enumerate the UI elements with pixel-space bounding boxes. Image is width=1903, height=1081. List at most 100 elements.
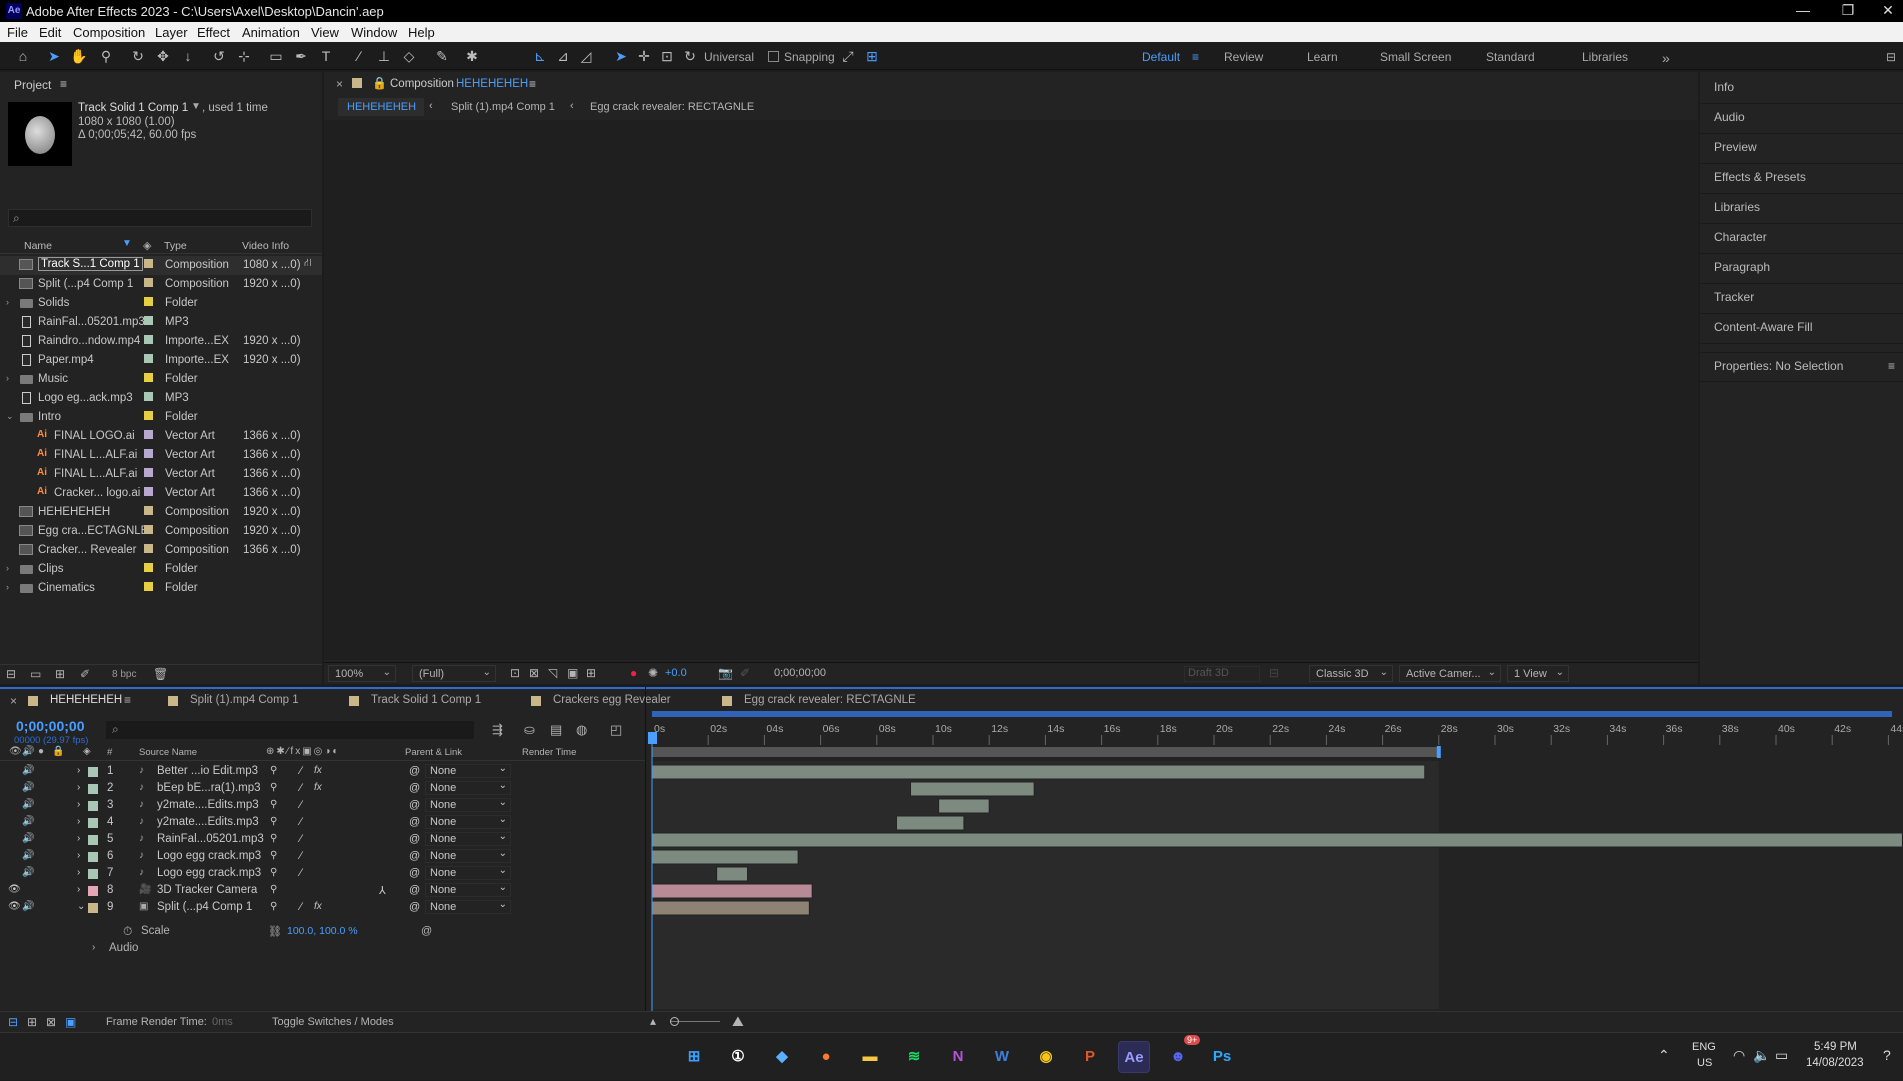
label-color-swatch[interactable]: [144, 373, 153, 382]
label-color-swatch[interactable]: [144, 449, 153, 458]
work-area-bar[interactable]: [652, 747, 1439, 757]
render-time-icon[interactable]: ▣: [65, 1015, 76, 1029]
reset-exposure-icon[interactable]: ✺: [648, 666, 658, 680]
spotify-icon[interactable]: ≋: [898, 1041, 930, 1073]
project-item[interactable]: Ai FINAL LOGO.ai Vector Art 1366 x ...0): [0, 427, 322, 446]
move-icon[interactable]: ✛: [634, 46, 654, 66]
selection-tool-icon[interactable]: ➤: [44, 46, 64, 66]
quality-switch-icon[interactable]: ∕: [300, 765, 302, 777]
label-color-swatch[interactable]: [144, 525, 153, 534]
toggle-switches-modes[interactable]: Toggle Switches / Modes: [272, 1016, 394, 1028]
breadcrumb-split[interactable]: Split (1).mp4 Comp 1: [451, 101, 555, 113]
fx-switch-icon[interactable]: fx: [314, 765, 322, 776]
puppet-pin-icon[interactable]: ✱: [462, 46, 482, 66]
clone-stamp-icon[interactable]: ⊥: [374, 46, 394, 66]
shy-switch-icon[interactable]: ⚲: [270, 850, 277, 861]
project-item[interactable]: › Music Folder: [0, 370, 322, 389]
layer-search-input[interactable]: ⌕: [106, 721, 474, 739]
parent-dropdown[interactable]: None ⌄: [425, 882, 511, 897]
zoom-dropdown[interactable]: 100% ⌄: [328, 665, 396, 682]
workspace-libraries[interactable]: Libraries: [1582, 50, 1628, 64]
frame-blending-icon[interactable]: ◍: [576, 722, 587, 738]
label-color-swatch[interactable]: [144, 506, 153, 515]
project-item[interactable]: Cracker... Revealer Composition 1366 x ...…: [0, 541, 322, 560]
snap-options-icon[interactable]: ⤢: [838, 46, 858, 66]
project-item[interactable]: Ai Cracker... logo.ai Vector Art 1366 x ...…: [0, 484, 322, 503]
workspace-standard[interactable]: Standard: [1486, 50, 1535, 64]
home-icon[interactable]: ⌂: [13, 46, 33, 66]
fx-switch-icon[interactable]: fx: [314, 901, 322, 912]
zoom-in-icon[interactable]: ⛰: [732, 1013, 744, 1030]
chevron-right-icon[interactable]: ›: [77, 850, 80, 861]
bit-depth-label[interactable]: 8 bpc: [112, 669, 136, 680]
zoom-tool-icon[interactable]: ⚲: [96, 46, 116, 66]
new-composition-icon[interactable]: ⊞: [55, 667, 65, 681]
layer-label-color[interactable]: [88, 767, 98, 777]
label-color-swatch[interactable]: [144, 354, 153, 363]
quality-switch-icon[interactable]: ∕: [300, 901, 302, 913]
panel-menu-icon[interactable]: ≡: [60, 77, 67, 91]
menu-composition[interactable]: Composition: [73, 25, 145, 40]
minimize-icon[interactable]: —: [1783, 2, 1823, 18]
workspace-learn[interactable]: Learn: [1307, 50, 1338, 64]
after-effects-icon[interactable]: Ae: [1118, 1041, 1150, 1073]
region-label[interactable]: US: [1697, 1057, 1712, 1069]
project-item[interactable]: HEHEHEHEH Composition 1920 x ...0): [0, 503, 322, 522]
extended-viewer-icon[interactable]: ⊟: [1269, 666, 1279, 680]
restore-icon[interactable]: ❐: [1828, 2, 1868, 19]
rectangle-tool-icon[interactable]: ▭: [266, 46, 286, 66]
panel-tracker[interactable]: Tracker: [1700, 284, 1903, 314]
audio-column-icon[interactable]: 🔊: [22, 746, 34, 757]
onenote-icon[interactable]: N: [942, 1041, 974, 1073]
scale-value[interactable]: 100.0, 100.0 %: [287, 925, 358, 937]
chevron-right-icon[interactable]: ›: [6, 582, 9, 592]
panel-effects-presets[interactable]: Effects & Presets: [1700, 164, 1903, 194]
mask-visibility-icon[interactable]: ◹: [548, 666, 557, 680]
zoom-slider-handle[interactable]: [670, 1017, 679, 1026]
exposure-value[interactable]: +0.0: [665, 667, 687, 679]
layer-row[interactable]: 🔊 › 1 ♪ Better ...io Edit.mp3 ⚲ ∕ fx @ None ⌄: [0, 763, 645, 780]
quality-switch-icon[interactable]: ∕: [300, 799, 302, 811]
pickwhip-icon[interactable]: @: [409, 884, 420, 896]
rotation-tool-icon[interactable]: ↺: [209, 46, 229, 66]
firefox-icon[interactable]: ●: [810, 1041, 842, 1073]
menu-window[interactable]: Window: [351, 25, 397, 40]
project-item[interactable]: Ai FINAL L...ALF.ai Vector Art 1366 x ...0): [0, 465, 322, 484]
layer-label-color[interactable]: [88, 886, 98, 896]
project-item[interactable]: › Solids Folder: [0, 294, 322, 313]
eraser-icon[interactable]: ◇: [399, 46, 419, 66]
pickwhip-icon[interactable]: @: [409, 765, 420, 777]
switches-column-icon[interactable]: ⊕✱∕fx▣◎◑◐: [266, 746, 340, 757]
audio-icon[interactable]: 🔊: [22, 816, 34, 827]
audio-icon[interactable]: 🔊: [22, 765, 34, 776]
lock-column-icon[interactable]: 🔒: [52, 746, 64, 757]
shy-switch-icon[interactable]: ⚲: [270, 765, 277, 776]
workspace-review[interactable]: Review: [1224, 50, 1263, 64]
close-tab-icon[interactable]: ×: [336, 77, 343, 91]
constrain-proportions-icon[interactable]: ⛓: [268, 925, 282, 938]
pan-tool-icon[interactable]: ✥: [153, 46, 173, 66]
sort-arrow-icon[interactable]: ▼: [122, 238, 132, 249]
pickwhip-icon[interactable]: @: [409, 816, 420, 828]
project-item[interactable]: Logo eg...ack.mp3 MP3: [0, 389, 322, 408]
project-item[interactable]: Track S...1 Comp 1 Composition 1080 x ...0…: [0, 256, 322, 275]
volume-icon[interactable]: 🔈: [1753, 1047, 1770, 1064]
panel-character[interactable]: Character: [1700, 224, 1903, 254]
interpret-footage-icon[interactable]: ⊟: [6, 667, 16, 681]
fx-switch-icon[interactable]: fx: [314, 782, 322, 793]
layer-duration-bar[interactable]: [910, 781, 1035, 797]
hand-tool-icon[interactable]: ✋: [69, 46, 89, 66]
layer-duration-bar[interactable]: [651, 883, 813, 899]
label-color-swatch[interactable]: [144, 487, 153, 496]
powerpoint-icon[interactable]: P: [1074, 1041, 1106, 1073]
workspace-menu-icon[interactable]: ≡: [1192, 50, 1199, 64]
visibility-icon[interactable]: 👁: [8, 884, 21, 895]
layer-row[interactable]: 👁 🔊 ⌄ 9 ▣ Split (...p4 Comp 1 ⚲ ∕ fx @ None ⌄: [0, 899, 645, 916]
audio-icon[interactable]: 🔊: [22, 901, 34, 912]
layer-row[interactable]: 🔊 › 2 ♪ bEep bE...ra(1).mp3 ⚲ ∕ fx @ None ⌄: [0, 780, 645, 797]
quality-switch-icon[interactable]: ∕: [300, 816, 302, 828]
wifi-icon[interactable]: ◠: [1733, 1047, 1745, 1064]
timeline-current-time[interactable]: 0;00;00;00: [16, 718, 85, 734]
chevron-up-icon[interactable]: ⌃: [1658, 1047, 1670, 1064]
project-item[interactable]: › Clips Folder: [0, 560, 322, 579]
